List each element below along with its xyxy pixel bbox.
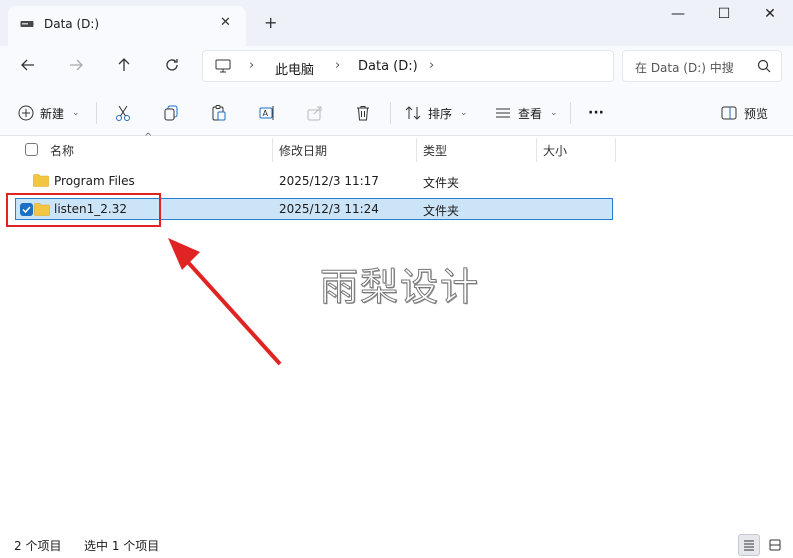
view-button-label: 查看	[518, 106, 543, 121]
breadcrumb-separator: ›	[429, 58, 435, 73]
arrow-up-icon	[118, 58, 130, 71]
tiles-view-button[interactable]	[764, 534, 786, 556]
column-header-name[interactable]: 名称	[44, 136, 272, 162]
clipboard-icon	[212, 105, 226, 121]
divider	[96, 102, 97, 124]
more-icon: ···	[588, 105, 604, 121]
computer-icon	[215, 59, 231, 73]
status-bar: 2 个项目 选中 1 个项目	[0, 530, 793, 558]
preview-button[interactable]: 预览	[720, 102, 768, 124]
column-divider[interactable]	[615, 138, 616, 162]
file-type: 文件夹	[423, 204, 460, 218]
sort-icon	[405, 106, 421, 120]
chevron-down-icon: ⌄	[460, 108, 468, 118]
scissors-icon	[116, 105, 130, 121]
column-header-modified[interactable]: 修改日期	[273, 136, 416, 162]
select-all-checkbox[interactable]	[25, 143, 38, 156]
address-bar[interactable]: › 此电脑 › Data (D:) ›	[202, 50, 614, 82]
delete-button[interactable]	[354, 102, 372, 124]
column-header-type[interactable]: 类型	[417, 136, 536, 162]
search-box[interactable]: 在 Data (D:) 中搜	[622, 50, 782, 82]
rename-icon: A	[259, 106, 274, 120]
breadcrumb-separator: ›	[335, 58, 341, 73]
breadcrumb-separator: ›	[249, 58, 255, 73]
minimize-button[interactable]: —	[656, 6, 700, 26]
divider	[570, 102, 571, 124]
annotation-arrow-icon	[168, 238, 282, 366]
tab-close-button[interactable]: ✕	[220, 15, 231, 30]
annotation-highlight-box	[6, 193, 161, 227]
paste-button[interactable]	[210, 102, 228, 124]
breadcrumb-this-pc[interactable]: 此电脑	[275, 59, 314, 78]
tab-data-d[interactable]: Data (D:) ✕	[8, 6, 246, 46]
new-tab-button[interactable]: +	[264, 13, 277, 32]
refresh-icon	[166, 59, 178, 71]
details-view-button[interactable]	[738, 534, 760, 556]
file-name: Program Files	[54, 174, 135, 188]
rename-button[interactable]: A	[258, 102, 276, 124]
back-button[interactable]	[16, 54, 40, 76]
share-button[interactable]	[306, 102, 324, 124]
sort-button[interactable]: 排序 ⌄	[404, 102, 468, 124]
copy-button[interactable]	[162, 102, 180, 124]
title-bar: Data (D:) ✕ + — ☐ ✕	[0, 0, 793, 46]
share-icon	[307, 106, 322, 121]
refresh-button[interactable]	[160, 54, 184, 76]
cut-button[interactable]	[114, 102, 132, 124]
up-button[interactable]	[112, 54, 136, 76]
view-list-icon	[496, 108, 510, 118]
forward-button[interactable]	[64, 54, 88, 76]
search-input[interactable]: 在 Data (D:) 中搜	[635, 59, 734, 76]
search-icon	[757, 59, 771, 73]
copy-icon	[164, 105, 178, 121]
chevron-down-icon: ⌄	[72, 108, 80, 118]
preview-button-label: 预览	[744, 106, 769, 121]
plus-circle-icon	[18, 105, 34, 121]
maximize-button[interactable]: ☐	[702, 6, 746, 26]
tiles-view-icon	[769, 539, 781, 551]
arrow-right-icon	[70, 59, 83, 71]
more-options-button[interactable]: ···	[588, 102, 604, 124]
breadcrumb-data-d[interactable]: Data (D:)	[358, 59, 418, 74]
tab-title: Data (D:)	[44, 17, 100, 31]
navigation-bar: › 此电脑 › Data (D:) › 在 Data (D:) 中搜	[0, 46, 793, 88]
sort-button-label: 排序	[428, 106, 453, 121]
view-button[interactable]: 查看 ⌄	[494, 102, 558, 124]
divider	[390, 102, 391, 124]
close-window-button[interactable]: ✕	[748, 6, 792, 26]
drive-icon	[20, 21, 34, 27]
column-header-size[interactable]: 大小	[537, 136, 615, 162]
command-bar: 新建 ⌄ A 排序 ⌄ 查看 ⌄ ··· 预览	[0, 88, 793, 136]
item-count: 2 个项目	[14, 539, 62, 553]
trash-icon	[357, 106, 369, 121]
preview-pane-icon	[721, 106, 737, 120]
new-button[interactable]: 新建 ⌄	[18, 102, 80, 124]
file-modified: 2025/12/3 11:24	[279, 202, 379, 216]
list-item[interactable]: Program Files 2025/12/3 11:17 文件夹	[15, 170, 613, 192]
arrow-left-icon	[21, 59, 34, 71]
folder-icon	[33, 174, 49, 187]
file-modified: 2025/12/3 11:17	[279, 174, 379, 188]
watermark: 雨梨设计	[319, 265, 481, 310]
svg-text:A: A	[263, 109, 269, 118]
selection-count: 选中 1 个项目	[84, 539, 160, 553]
new-button-label: 新建	[40, 106, 65, 121]
file-type: 文件夹	[423, 176, 460, 190]
chevron-down-icon: ⌄	[550, 108, 558, 118]
details-view-icon	[744, 540, 754, 551]
